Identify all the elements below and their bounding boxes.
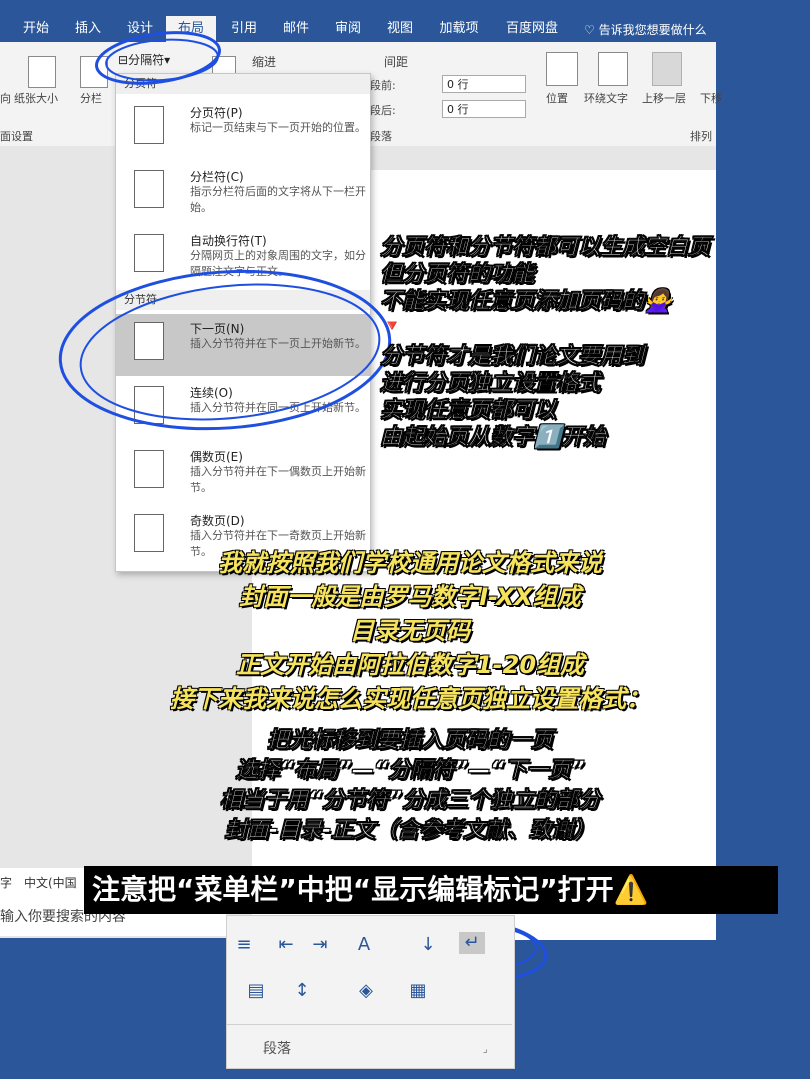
caption-center-yellow: 我就按照我们学校通用论文格式来说 封面一般是由罗马数字I-XX组成 目录无页码 … xyxy=(80,546,740,716)
language-indicator[interactable]: 中文(中国 xyxy=(24,874,77,891)
caption-line: 封面-目录-正文（含参考文献、致谢） xyxy=(224,818,596,843)
list-icon[interactable]: ≡ xyxy=(231,934,257,956)
caption-line: 封面一般是由罗马数字I-XX组成 xyxy=(239,583,581,611)
borders-icon[interactable]: ▦ xyxy=(405,980,431,1002)
caption-right-block-2: 分节符才是我们论文要用到 进行分页独立设置格式 实现任意页都可以 由起始页从数字… xyxy=(380,343,644,451)
paragraph-group-label-bottom: 段落 xyxy=(263,1041,291,1057)
decrease-indent-icon[interactable]: ⇤ xyxy=(273,934,299,956)
caption-line: 选择“布局”—“分隔符”—“下一页” xyxy=(235,758,585,783)
caption-center-white: 把光标移到要插入页码的一页 选择“布局”—“分隔符”—“下一页” 相当于用“分节… xyxy=(120,726,700,846)
caption-line: 相当于用“分节符”分成三个独立的部分 xyxy=(219,788,601,813)
caption-line: 分页符和分节符都可以生成空白页 xyxy=(380,235,711,260)
caption-line: 目录无页码 xyxy=(350,617,470,645)
caption-line: 但分页符的功能 xyxy=(380,262,535,287)
caption-line: 我就按照我们学校通用论文格式来说 xyxy=(218,549,602,577)
caption-line: 实现任意页都可以 xyxy=(380,398,557,423)
caption-line: 不能实现任意页添加页码的🙅‍♀️ xyxy=(380,289,672,314)
red-marker-icon: 🔻 xyxy=(382,316,402,335)
caption-line: 由起始页从数字1️⃣开始 xyxy=(380,425,606,450)
asian-layout-icon[interactable]: A xyxy=(351,934,377,956)
distributed-icon[interactable]: ▤ xyxy=(243,980,269,1002)
caption-line: 接下来我来说怎么实现任意页独立设置格式： xyxy=(170,685,650,713)
word-count-prefix: 字 xyxy=(0,876,13,890)
caption-right-block-1: 分页符和分节符都可以生成空白页 但分页符的功能 不能实现任意页添加页码的🙅‍♀️ xyxy=(380,234,710,315)
dialog-launcher-icon[interactable]: ⌟ xyxy=(483,1044,488,1055)
panel-divider xyxy=(227,1024,512,1025)
paragraph-panel: ≡ ⇤ ⇥ A ↓ ↵ ▤ ↕ ◈ ▦ 段落 ⌟ xyxy=(226,915,515,1069)
sort-icon[interactable]: ↓ xyxy=(415,934,441,956)
caption-line: 把光标移到要插入页码的一页 xyxy=(266,728,553,753)
caption-line: 进行分页独立设置格式 xyxy=(380,371,601,396)
caption-line: 分节符才是我们论文要用到 xyxy=(380,344,645,369)
line-spacing-icon[interactable]: ↕ xyxy=(289,980,315,1002)
caption-line: 正文开始由阿拉伯数字1-20组成 xyxy=(235,651,585,679)
caption-black-bar: 注意把“菜单栏”中把“显示编辑标记”打开⚠️ xyxy=(84,866,778,914)
show-formatting-marks-icon[interactable]: ↵ xyxy=(459,932,485,954)
shading-icon[interactable]: ◈ xyxy=(353,980,379,1002)
increase-indent-icon[interactable]: ⇥ xyxy=(307,934,333,956)
